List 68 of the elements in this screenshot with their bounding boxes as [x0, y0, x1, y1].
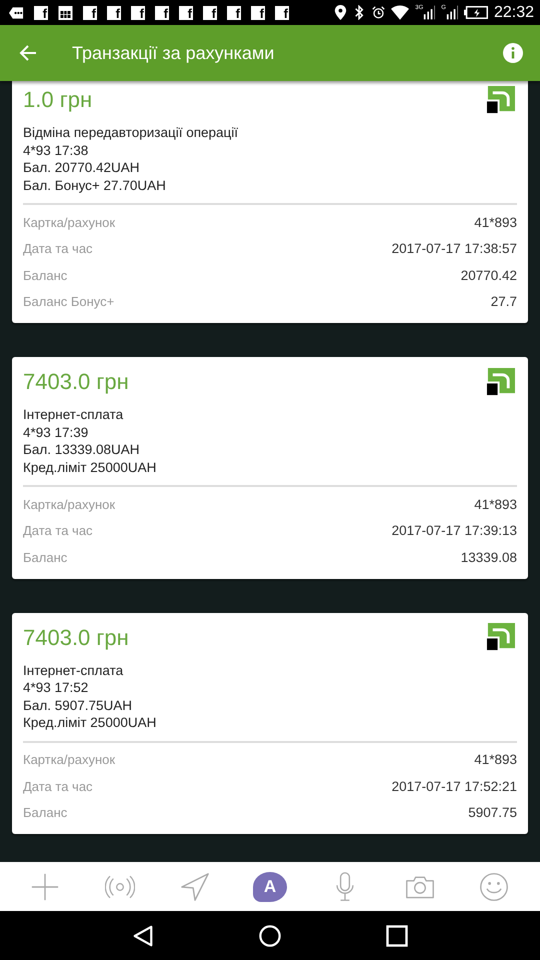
transaction-detail: Кред.ліміт 25000UAH — [23, 714, 158, 732]
transaction-detail: 4*93 17:39 — [23, 424, 90, 441]
bank-logo-icon — [486, 368, 515, 396]
transaction-detail: 4*93 17:38 — [23, 142, 90, 159]
field-label: Картка/рахунок — [23, 214, 116, 230]
field-value: 41*893 — [474, 214, 517, 230]
facebook-icon: f — [203, 6, 217, 20]
field-value: 13339.08 — [460, 550, 517, 565]
field-value: 20770.42 — [460, 268, 517, 283]
field-label: Баланс — [23, 550, 68, 565]
chat-icon — [9, 6, 24, 20]
transaction-detail: Бал. 20770.42UAH — [23, 159, 141, 176]
home-circle-icon[interactable] — [258, 924, 281, 946]
amount: 7403.0 грн — [23, 624, 129, 650]
amount: 1.0 грн — [23, 87, 92, 113]
transaction-detail: Бал. 13339.08UAH — [23, 441, 141, 458]
facebook-icon: f — [275, 6, 289, 20]
bank-logo-icon — [486, 86, 515, 114]
screen-title: Транзакції за рахунками — [72, 42, 276, 64]
back-triangle-icon[interactable] — [132, 924, 154, 946]
facebook-icon: f — [251, 6, 265, 20]
field-value: 41*893 — [474, 752, 517, 768]
clock-time: 22:32 — [494, 4, 534, 22]
field-value: 27.7 — [490, 294, 517, 310]
field-label: Баланс — [23, 805, 68, 820]
field-label: Баланс Бонус+ — [23, 294, 114, 310]
bluetooth-icon — [353, 5, 366, 20]
facebook-icon: f — [227, 6, 241, 20]
field-value: 2017-07-17 17:39:13 — [392, 523, 517, 538]
facebook-icon: f — [179, 6, 193, 20]
field-label: Баланс — [23, 268, 68, 283]
field-value: 5907.75 — [468, 805, 517, 820]
transaction-card[interactable]: 1.0 грн Відміна передавторизації операції 4*93 17:38 Бал. 20770.42UAH Бал. Бонус+ 27.70UAH Картка/рахунок 41*893 Дата та час 2017-07-17 17:38:57 Баланс 20770.42 Баланс Бонус+ 27.7 — [12, 81, 528, 323]
field-value: 2017-07-17 17:52:21 — [392, 778, 517, 794]
transaction-card[interactable]: 7403.0 грн Інтернет-сплата 4*93 17:39 Бал. 13339.08UAH Кред.ліміт 25000UAH Картка/рахунок 41*893 Дата та час 2017-07-17 17:39:13 Баланс 13339.08 — [12, 357, 528, 578]
facebook-icon: f — [34, 6, 48, 20]
transaction-detail: Інтернет-сплата — [23, 406, 124, 424]
calendar-icon — [58, 6, 73, 20]
field-label: Дата та час — [23, 778, 93, 794]
transaction-detail: 4*93 17:52 — [23, 679, 90, 696]
field-label: Картка/рахунок — [23, 496, 116, 512]
amount: 7403.0 грн — [23, 369, 129, 395]
battery-icon — [464, 6, 488, 19]
signal-icon — [446, 5, 458, 20]
transaction-card[interactable]: 7403.0 грн Інтернет-сплата 4*93 17:52 Бал. 5907.75UAH Кред.ліміт 25000UAH Картка/рахунок 41*893 Дата та час 2017-07-17 17:52:21 Баланс 5907.75 — [12, 612, 528, 834]
facebook-icon: f — [155, 6, 169, 20]
transaction-detail: Відміна передавторизації операції — [23, 124, 240, 142]
facebook-icon: f — [131, 6, 145, 20]
field-value: 2017-07-17 17:38:57 — [392, 241, 517, 256]
field-value: 41*893 — [474, 496, 517, 512]
alarm-icon — [372, 5, 386, 20]
field-label: Дата та час — [23, 523, 93, 538]
transaction-detail: Бал. 5907.75UAH — [23, 696, 134, 714]
facebook-icon: f — [107, 6, 121, 20]
location-icon — [334, 5, 348, 20]
transaction-detail: Кред.ліміт 25000UAH — [23, 458, 158, 476]
recents-square-icon[interactable] — [386, 924, 408, 946]
back-arrow-icon[interactable] — [19, 44, 37, 62]
field-label: Дата та час — [23, 241, 93, 256]
info-icon[interactable] — [503, 43, 523, 63]
transaction-detail: Бал. Бонус+ 27.70UAH — [23, 176, 167, 194]
facebook-icon: f — [83, 6, 97, 20]
transaction-detail: Інтернет-сплата — [23, 662, 124, 679]
field-label: Картка/рахунок — [23, 752, 116, 768]
wifi-icon — [391, 5, 410, 20]
sticker-icon[interactable]: A — [252, 870, 287, 904]
bank-logo-icon — [486, 623, 515, 652]
signal-icon — [423, 5, 436, 20]
